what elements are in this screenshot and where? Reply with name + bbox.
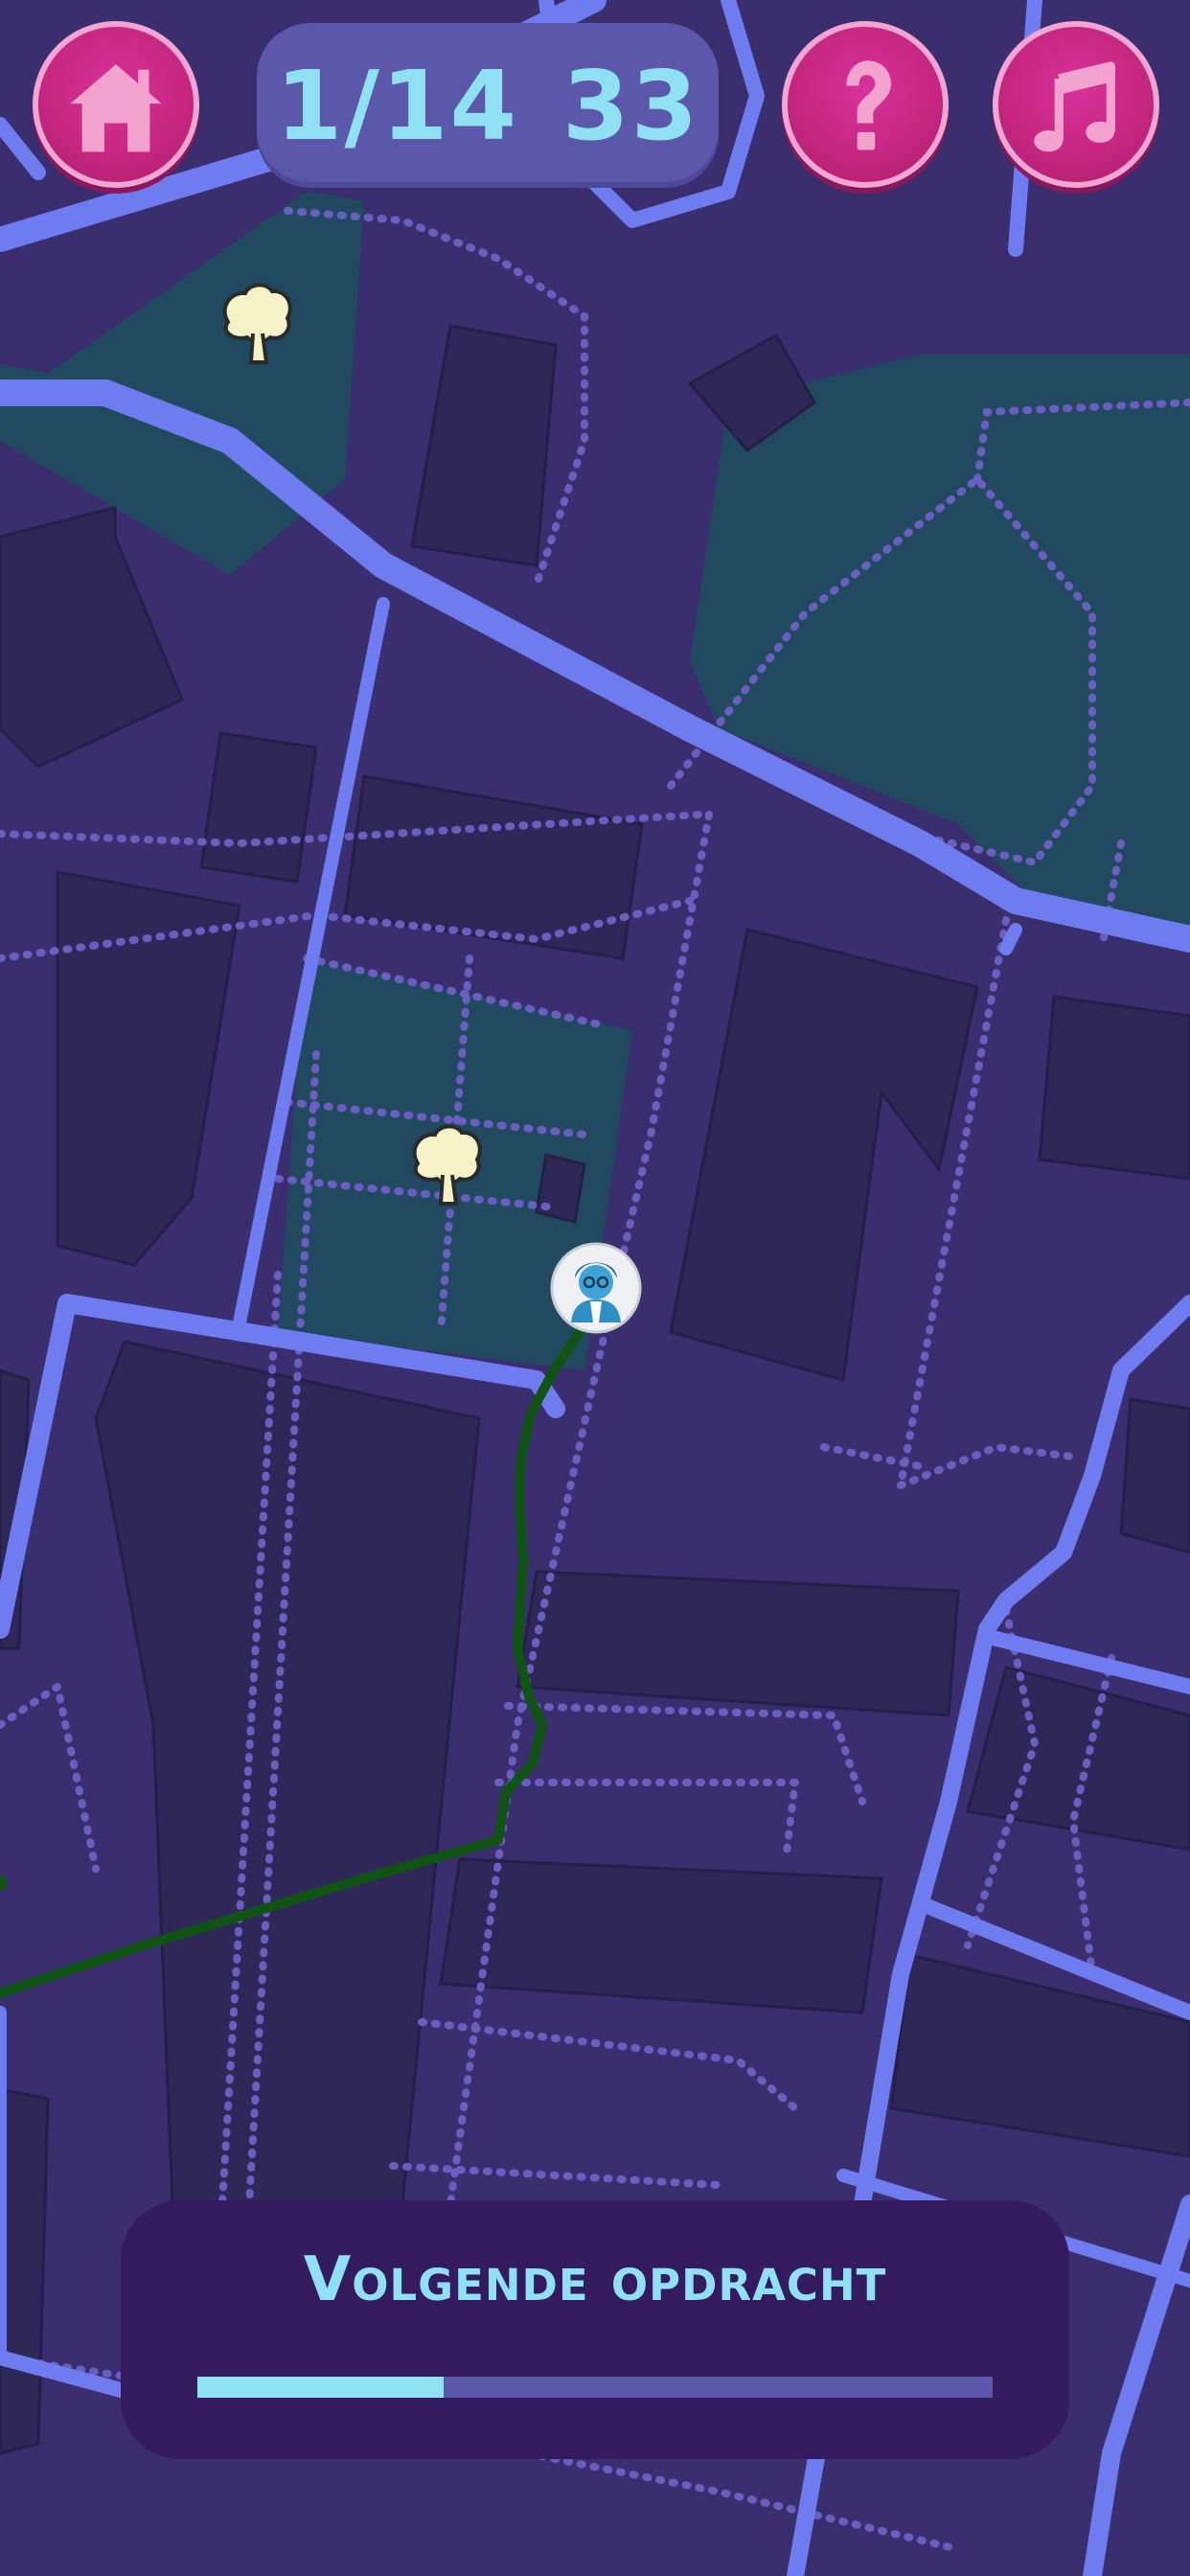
player-avatar-icon[interactable] bbox=[550, 1242, 642, 1334]
building bbox=[966, 1666, 1190, 1852]
road bbox=[0, 117, 46, 180]
home-button[interactable] bbox=[33, 21, 199, 188]
building bbox=[439, 1857, 883, 2014]
building bbox=[199, 731, 318, 884]
progress-counter: 1/14 bbox=[275, 49, 519, 162]
next-task-progress-fill bbox=[197, 2377, 445, 2398]
music-button[interactable] bbox=[993, 21, 1159, 188]
building bbox=[515, 1570, 960, 1717]
building bbox=[889, 1953, 1190, 2158]
building bbox=[535, 1153, 586, 1224]
progress-score-counter: 1/14 33 bbox=[257, 23, 719, 188]
building bbox=[1119, 1397, 1190, 1554]
next-task-title: Volgende opdracht bbox=[303, 2244, 887, 2315]
score-counter: 33 bbox=[562, 49, 700, 162]
home-icon bbox=[70, 64, 162, 152]
building bbox=[94, 1340, 481, 2206]
building bbox=[0, 506, 184, 769]
next-task-progress-bar bbox=[197, 2377, 993, 2398]
city-map[interactable] bbox=[0, 0, 1190, 2576]
help-button[interactable] bbox=[782, 21, 949, 188]
road bbox=[999, 923, 1022, 955]
question-icon bbox=[846, 60, 891, 150]
building bbox=[410, 324, 558, 567]
building bbox=[1038, 995, 1190, 1181]
next-task-panel[interactable]: Volgende opdracht bbox=[121, 2200, 1069, 2459]
building bbox=[0, 2087, 50, 2455]
music-note-icon bbox=[1034, 61, 1115, 152]
route-edge-dot bbox=[0, 1875, 8, 1891]
